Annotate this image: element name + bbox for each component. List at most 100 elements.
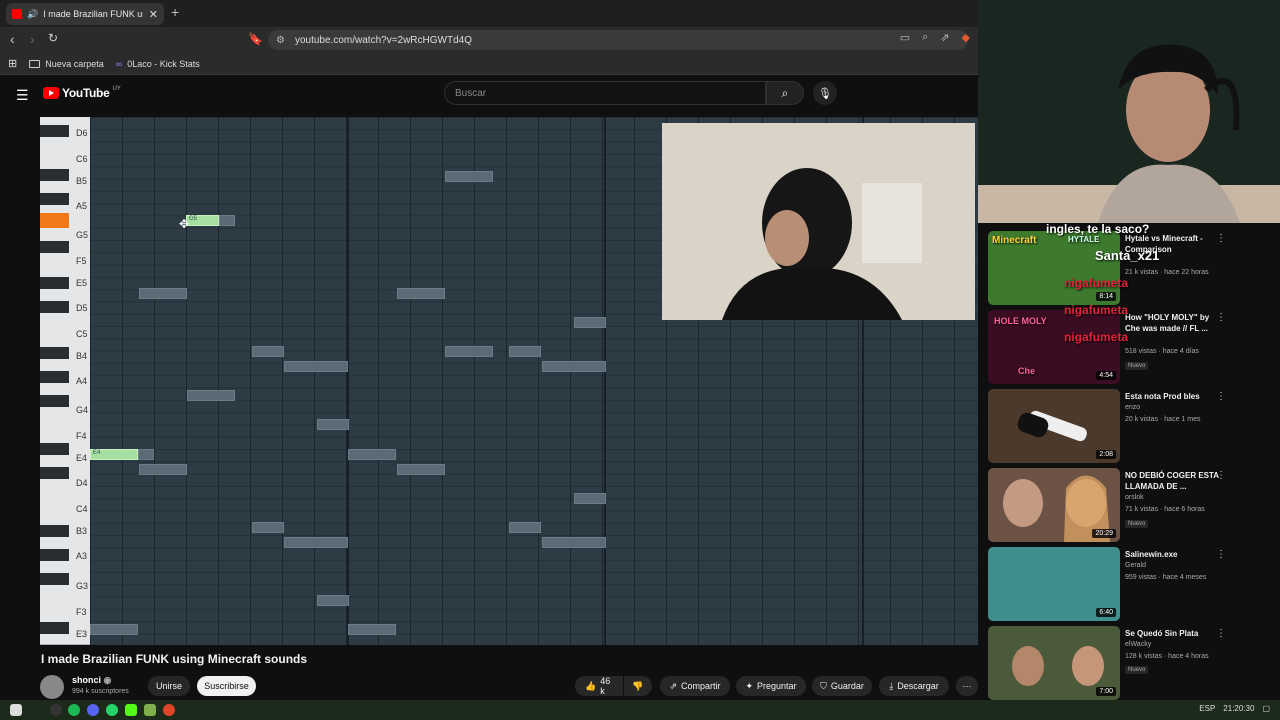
whatsapp-icon[interactable] [106, 704, 118, 716]
recommendation-item[interactable]: 20:29 NO DEBIÓ COGER ESTA LLAMADA DE ...… [988, 468, 1278, 544]
more-actions-button[interactable]: ⋯ [956, 676, 978, 696]
video-thumbnail[interactable]: 6:40 [988, 547, 1120, 621]
key-label: G4 [76, 405, 89, 415]
back-icon[interactable]: ‹ [10, 31, 15, 47]
save-button[interactable]: ⛉ Guardar [812, 676, 872, 696]
note[interactable] [317, 595, 349, 606]
recommendation-item[interactable]: 2:08 Esta nota Prod bles enzo 20 k vista… [988, 389, 1278, 465]
more-options-icon[interactable]: ⋮ [1216, 470, 1226, 481]
note[interactable] [284, 361, 348, 372]
note[interactable] [542, 537, 606, 548]
kick-icon[interactable] [125, 704, 137, 716]
voice-search-button[interactable]: 🎙 [813, 81, 837, 105]
note[interactable] [397, 464, 445, 475]
menu-icon[interactable]: ☰ [16, 87, 29, 104]
fl-studio-icon[interactable] [144, 704, 156, 716]
note[interactable] [445, 171, 493, 182]
note[interactable] [252, 522, 284, 533]
search-button[interactable]: ⌕ [766, 81, 804, 105]
recommendation-item[interactable]: HOLE MOLY Che 4:54 How "HOLY MOLY" by Ch… [988, 310, 1278, 386]
search-input[interactable] [455, 87, 735, 99]
reload-icon[interactable]: ↻ [48, 31, 58, 45]
video-thumbnail[interactable]: 2:08 [988, 389, 1120, 463]
bookmark-kick-stats[interactable]: ∞ 0Laco - Kick Stats [116, 59, 200, 69]
like-button[interactable]: 👍 46 k [575, 676, 623, 696]
note[interactable] [509, 522, 541, 533]
dislike-button[interactable]: 👎 [624, 676, 652, 696]
note[interactable] [90, 624, 138, 635]
forward-icon[interactable]: › [30, 31, 35, 47]
note[interactable] [574, 317, 606, 328]
share-icon[interactable]: ⇗ [940, 31, 949, 44]
more-options-icon[interactable]: ⋮ [1216, 233, 1226, 244]
start-icon[interactable] [10, 704, 22, 716]
channel-name[interactable]: shonci [72, 675, 101, 685]
brave-shield-icon[interactable]: ◆ [962, 31, 970, 44]
note-selected[interactable]: G5 [186, 215, 219, 226]
channel-info[interactable]: shonci ◉ 994 k suscriptores [72, 675, 129, 695]
note[interactable] [542, 361, 606, 372]
spotify-icon[interactable] [68, 704, 80, 716]
notifications-icon[interactable]: ▢ [1262, 704, 1270, 713]
channel-name[interactable]: orslok [1125, 494, 1144, 501]
note[interactable] [509, 346, 541, 357]
note[interactable] [397, 288, 445, 299]
piano-keyboard: D6 C6 B5 A5 G5 F5 E5 D5 C5 B4 A4 G4 F4 E… [40, 117, 90, 645]
download-button[interactable]: ⤓ Descargar [879, 676, 949, 696]
video-thumbnail[interactable]: HOLE MOLY Che 4:54 [988, 310, 1120, 384]
clock[interactable]: 21:20:30 [1223, 704, 1254, 713]
more-options-icon[interactable]: ⋮ [1216, 312, 1226, 323]
close-tab-icon[interactable]: ✕ [149, 8, 158, 21]
recommendation-item[interactable]: 7:00 Se Quedó Sin Plata elWacky 128 k vi… [988, 626, 1278, 702]
lang-indicator[interactable]: ESP [1199, 704, 1215, 713]
channel-name[interactable]: Gerald [1125, 562, 1146, 569]
search-icon[interactable] [50, 704, 62, 716]
video-thumbnail[interactable]: 7:00 [988, 626, 1120, 700]
join-button[interactable]: Unirse [148, 676, 190, 696]
cast-icon[interactable]: ▭ [900, 31, 910, 44]
channel-avatar[interactable] [40, 675, 64, 699]
discord-icon[interactable] [87, 704, 99, 716]
note[interactable] [138, 449, 154, 460]
subscribe-button[interactable]: Suscribirse [197, 676, 256, 696]
recommendation-item[interactable]: Minecraft HYTALE 8:14 Hytale vs Minecraf… [988, 231, 1278, 307]
site-info-icon[interactable]: ⚙ [276, 35, 285, 46]
zoom-icon[interactable]: ⌕ [922, 31, 928, 44]
note[interactable] [139, 288, 187, 299]
note[interactable] [187, 390, 235, 401]
note-selected[interactable]: E4 [90, 449, 138, 460]
apps-grid-icon[interactable]: ⊞ [8, 57, 17, 70]
note[interactable] [445, 346, 493, 357]
note[interactable] [574, 493, 606, 504]
note[interactable] [219, 215, 235, 226]
ask-button[interactable]: ✦ Preguntar [736, 676, 806, 696]
like-count: 46 k [600, 676, 611, 696]
more-options-icon[interactable]: ⋮ [1216, 628, 1226, 639]
channel-name[interactable]: elWacky [1125, 641, 1151, 648]
channel-name[interactable]: enzo [1125, 404, 1140, 411]
url-field[interactable]: ⚙ youtube.com/watch?v=2wRcHGWTd4Q [268, 30, 968, 50]
note[interactable] [317, 419, 349, 430]
key-label: F4 [76, 431, 87, 441]
video-thumbnail[interactable]: Minecraft HYTALE 8:14 [988, 231, 1120, 305]
brave-icon[interactable] [163, 704, 175, 716]
bookmark-icon[interactable]: 🔖 [248, 32, 263, 46]
key-label: D6 [76, 128, 88, 138]
search-box[interactable] [444, 81, 766, 105]
note[interactable] [348, 624, 396, 635]
recommendation-item[interactable]: 6:40 Salinewin.exe Gerald 959 vistas · h… [988, 547, 1278, 623]
youtube-logo[interactable]: YouTube UY [43, 86, 121, 100]
browser-tab[interactable]: 🔊 I made Brazilian FUNK using ✕ [6, 3, 164, 25]
speaker-icon[interactable]: 🔊 [27, 9, 38, 20]
note[interactable] [139, 464, 187, 475]
note[interactable] [284, 537, 348, 548]
note[interactable] [252, 346, 284, 357]
video-thumbnail[interactable]: 20:29 [988, 468, 1120, 542]
share-button[interactable]: ⇗ Compartir [660, 676, 730, 696]
more-options-icon[interactable]: ⋮ [1216, 549, 1226, 560]
more-options-icon[interactable]: ⋮ [1216, 391, 1226, 402]
new-tab-button[interactable]: + [171, 4, 179, 20]
bookmark-folder[interactable]: Nueva carpeta [29, 59, 104, 69]
ask-label: Preguntar [757, 681, 797, 691]
note[interactable] [348, 449, 396, 460]
